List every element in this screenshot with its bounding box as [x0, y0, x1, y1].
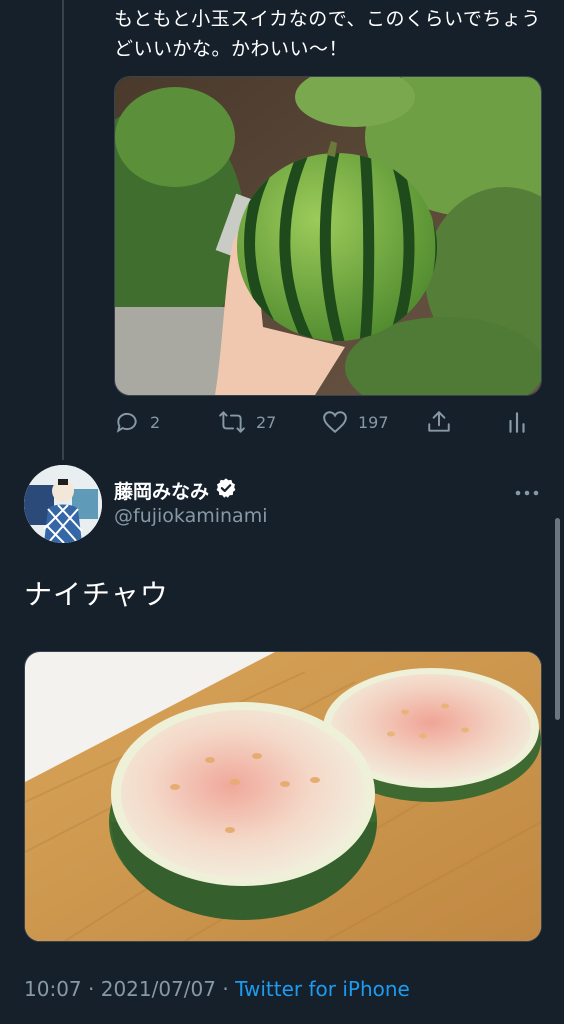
verified-badge-icon: [215, 477, 237, 504]
analytics-button[interactable]: [506, 402, 528, 442]
reply-icon: [114, 409, 140, 435]
meta-separator: ·: [88, 977, 95, 1001]
previous-tweet-text: もともと小玉スイカなので、このくらいでちょうどいいかな。かわいい〜！: [114, 8, 541, 60]
main-tweet-text: ナイチャウ: [24, 578, 169, 611]
analytics-icon: [506, 409, 528, 435]
tweet-meta: 10:07 · 2021/07/07 · Twitter for iPhone: [24, 977, 410, 1001]
retweet-icon: [218, 409, 246, 435]
avatar[interactable]: [24, 465, 102, 543]
like-button[interactable]: 197: [322, 402, 389, 442]
previous-tweet-actions: 2 27 197: [114, 402, 544, 442]
tweet-source-link[interactable]: Twitter for iPhone: [235, 977, 410, 1001]
previous-tweet-photo[interactable]: [114, 76, 542, 396]
share-button[interactable]: [426, 402, 452, 442]
user-handle[interactable]: @fujiokaminami: [114, 505, 267, 527]
heart-icon: [322, 410, 348, 434]
thread-connector-line: [62, 0, 64, 460]
display-name: 藤岡みなみ: [114, 481, 210, 503]
tweet-time[interactable]: 10:07: [24, 977, 82, 1001]
like-count: 197: [358, 412, 389, 432]
reply-button[interactable]: 2: [114, 402, 160, 442]
more-icon: [514, 482, 540, 501]
retweet-button[interactable]: 27: [218, 402, 276, 442]
retweet-count: 27: [256, 412, 277, 432]
main-tweet-photo[interactable]: [24, 651, 542, 942]
tweet-thread-screen: もともと小玉スイカなので、このくらいでちょうどいいかな。かわいい〜！ 2 27 …: [0, 0, 564, 1024]
meta-separator-2: ·: [222, 977, 229, 1001]
tweet-date[interactable]: 2021/07/07: [101, 977, 216, 1001]
scrollbar[interactable]: [555, 518, 560, 720]
reply-count: 2: [150, 412, 161, 432]
more-options-button[interactable]: [512, 480, 542, 502]
display-name-row[interactable]: 藤岡みなみ: [114, 477, 237, 504]
share-icon: [426, 409, 452, 435]
